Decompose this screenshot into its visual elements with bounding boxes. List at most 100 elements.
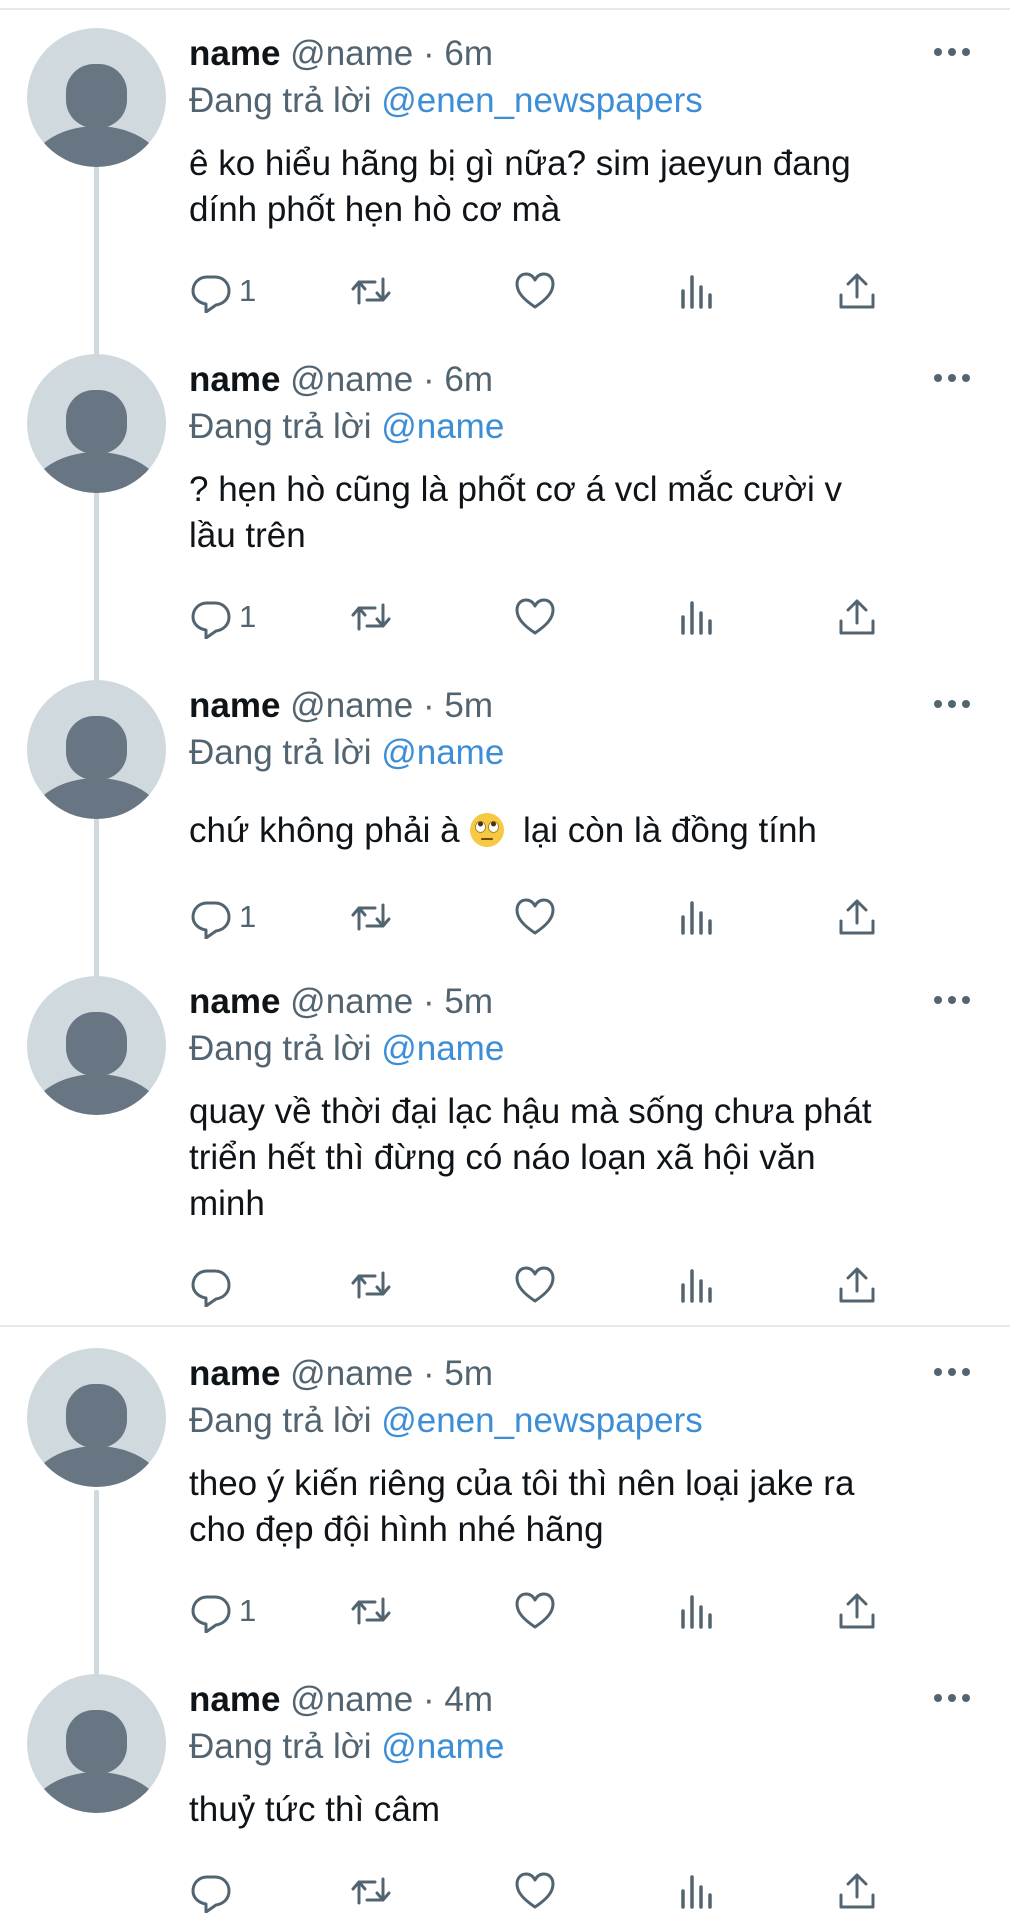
like-button[interactable] [513,1586,557,1636]
reply-button[interactable] [189,1260,239,1310]
replying-to: Đang trả lời @enen_newspapers [189,1399,703,1443]
share-upload-icon [839,599,875,635]
like-button[interactable] [513,1866,557,1916]
avatar[interactable] [27,1674,166,1813]
thread-line [94,140,99,358]
more-horizontal-icon[interactable] [930,1688,974,1708]
user-handle[interactable]: @name [290,34,413,73]
tweet-text-line: thuỷ tức thì câm [189,1790,441,1829]
tweet-actions: 1 [189,266,909,316]
views-button[interactable] [675,892,719,942]
top-divider [0,8,1010,10]
mention-link[interactable]: @name [381,1029,504,1068]
views-button[interactable] [675,266,719,316]
like-button[interactable] [513,592,557,642]
share-button[interactable] [835,1866,879,1916]
thread-line [94,792,99,978]
reply-bubble-icon [191,1269,231,1307]
views-bars-icon [681,1269,712,1303]
user-handle[interactable]: @name [290,686,413,725]
reply-count: 1 [239,899,257,934]
retweet-button[interactable] [349,266,393,316]
reply-count: 1 [239,1593,257,1628]
replying-to-label: Đang trả lời [189,407,372,446]
reply-button[interactable]: 1 [189,592,256,642]
retweet-icon [351,903,391,931]
tweet-text: chứ không phải à lại còn là đồng tính [189,808,969,854]
default-avatar-icon [27,716,166,819]
views-bars-icon [681,601,712,635]
share-button[interactable] [835,1586,879,1636]
reply-button[interactable] [189,1866,239,1916]
retweet-icon [351,603,391,631]
mention-link[interactable]: @enen_newspapers [381,1401,703,1440]
tweet-header: name @name · 5m [189,980,493,1024]
user-handle[interactable]: @name [290,360,413,399]
tweet-header: name @name · 5m [189,684,493,728]
retweet-button[interactable] [349,892,393,942]
timestamp[interactable]: · 6m [423,360,493,399]
display-name[interactable]: name [189,34,280,73]
default-avatar-icon [27,64,166,167]
tweet-actions [189,1866,909,1916]
timestamp[interactable]: · 6m [423,34,493,73]
tweet-text-line: dính phốt hẹn hò cơ mà [189,190,561,229]
share-button[interactable] [835,266,879,316]
more-horizontal-icon[interactable] [930,1362,974,1382]
user-handle[interactable]: @name [290,1680,413,1719]
timestamp[interactable]: · 5m [423,686,493,725]
tweet-text: quay về thời đại lạc hậu mà sống chưa ph… [189,1089,969,1227]
like-button[interactable] [513,266,557,316]
display-name[interactable]: name [189,1680,280,1719]
mention-link[interactable]: @enen_newspapers [381,81,703,120]
timestamp[interactable]: · 4m [423,1680,493,1719]
avatar[interactable] [27,28,166,167]
heart-icon [515,1592,555,1629]
views-button[interactable] [675,1586,719,1636]
like-button[interactable] [513,1260,557,1310]
views-button[interactable] [675,592,719,642]
reply-button[interactable]: 1 [189,892,256,942]
retweet-icon [351,1597,391,1625]
more-horizontal-icon[interactable] [930,990,974,1010]
views-button[interactable] [675,1866,719,1916]
share-button[interactable] [835,892,879,942]
avatar[interactable] [27,680,166,819]
replying-to: Đang trả lời @name [189,731,504,775]
like-button[interactable] [513,892,557,942]
display-name[interactable]: name [189,686,280,725]
timestamp[interactable]: · 5m [423,982,493,1021]
user-handle[interactable]: @name [290,1354,413,1393]
tweet-text-line: theo ý kiến riêng của tôi thì nên loại j… [189,1464,855,1503]
share-button[interactable] [835,1260,879,1310]
mention-link[interactable]: @name [381,407,504,446]
replying-to-label: Đang trả lời [189,81,372,120]
retweet-button[interactable] [349,1260,393,1310]
avatar[interactable] [27,1348,166,1487]
user-handle[interactable]: @name [290,982,413,1021]
views-button[interactable] [675,1260,719,1310]
retweet-button[interactable] [349,592,393,642]
views-bars-icon [681,275,712,309]
reply-button[interactable]: 1 [189,1586,256,1636]
views-bars-icon [681,901,712,935]
share-button[interactable] [835,592,879,642]
mention-link[interactable]: @name [381,1727,504,1766]
retweet-button[interactable] [349,1866,393,1916]
display-name[interactable]: name [189,982,280,1021]
display-name[interactable]: name [189,360,280,399]
more-horizontal-icon[interactable] [930,42,974,62]
more-horizontal-icon[interactable] [930,368,974,388]
tweet-actions: 1 [189,892,909,942]
retweet-icon [351,1271,391,1299]
mention-link[interactable]: @name [381,733,504,772]
reply-button[interactable]: 1 [189,266,256,316]
retweet-icon [351,277,391,305]
retweet-button[interactable] [349,1586,393,1636]
avatar[interactable] [27,976,166,1115]
more-horizontal-icon[interactable] [930,694,974,714]
display-name[interactable]: name [189,1354,280,1393]
tweet-text-line: cho đẹp đội hình nhé hãng [189,1510,604,1549]
timestamp[interactable]: · 5m [423,1354,493,1393]
avatar[interactable] [27,354,166,493]
